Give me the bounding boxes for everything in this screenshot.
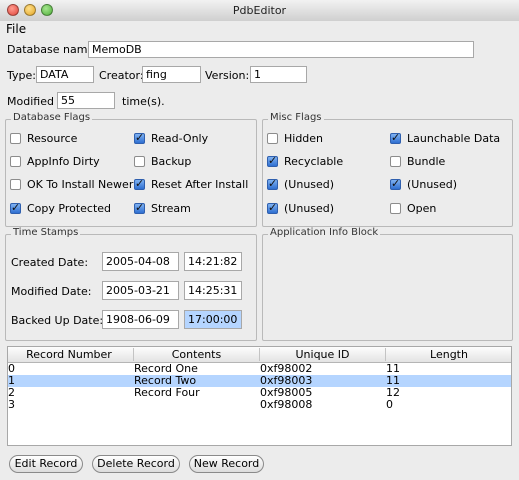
column-header-record-number[interactable]: Record Number (8, 348, 130, 361)
checkbox-box[interactable] (134, 155, 145, 167)
database-name-field[interactable]: MemoDB (88, 41, 474, 58)
misc-flag-checkbox-4[interactable]: (Unused) (267, 177, 335, 191)
column-header-unique-id[interactable]: Unique ID (259, 348, 385, 361)
title-bar[interactable]: PdbEditor (0, 0, 519, 22)
delete-record-button[interactable]: Delete Record (92, 455, 180, 473)
checkbox-label: Resource (27, 132, 78, 145)
creator-label: Creator: (99, 69, 144, 82)
checkbox-label: Read-Only (151, 132, 209, 145)
modified-date-label: Modified Date: (11, 285, 92, 298)
table-row[interactable]: 3 0xf98008 0 (8, 398, 511, 411)
misc-flag-checkbox-0[interactable]: Hidden (267, 132, 323, 145)
checkbox-box[interactable] (267, 132, 278, 144)
checkbox-label: (Unused) (407, 178, 458, 191)
created-time-field[interactable]: 14:21:82 (184, 252, 242, 271)
database-flag-checkbox-2[interactable]: AppInfo Dirty (10, 155, 100, 168)
menu-file[interactable]: File (6, 22, 26, 36)
version-label: Version: (205, 69, 250, 82)
database-flag-checkbox-1[interactable]: Read-Only (134, 131, 209, 145)
misc-flag-checkbox-6[interactable]: (Unused) (267, 201, 335, 215)
misc-flag-checkbox-1[interactable]: Launchable Data (390, 131, 501, 145)
records-table-header: Record Number Contents Unique ID Length (8, 347, 511, 363)
edit-record-button[interactable]: Edit Record (9, 455, 83, 473)
database-flag-checkbox-5[interactable]: Reset After Install (134, 177, 249, 191)
new-record-button[interactable]: New Record (189, 455, 264, 473)
checkbox-box[interactable] (134, 201, 145, 214)
database-flag-checkbox-4[interactable]: OK To Install Newer (10, 178, 133, 191)
time-stamps-title: Time Stamps (11, 227, 81, 238)
database-flag-checkbox-6[interactable]: Copy Protected (10, 201, 112, 215)
type-field[interactable]: DATA (36, 66, 94, 83)
version-field[interactable]: 1 (250, 66, 307, 83)
checkbox-label: Backup (151, 155, 192, 168)
records-table[interactable]: Record Number Contents Unique ID Length … (7, 346, 512, 446)
database-flag-checkbox-3[interactable]: Backup (134, 155, 191, 168)
checkbox-box[interactable] (390, 202, 401, 214)
checkbox-label: OK To Install Newer (27, 178, 134, 191)
checkbox-box[interactable] (267, 154, 278, 167)
modified-count-field[interactable]: 55 (57, 92, 115, 109)
checkbox-label: AppInfo Dirty (27, 155, 100, 168)
checkbox-label: Bundle (407, 155, 446, 168)
database-flags-title: Database Flags (11, 112, 93, 123)
checkbox-box[interactable] (134, 177, 145, 190)
created-date-field[interactable]: 2005-04-08 (102, 252, 179, 271)
table-cell: 0 (386, 398, 393, 411)
table-cell: 0xf98008 (260, 398, 313, 411)
checkbox-box[interactable] (10, 201, 21, 214)
creator-field[interactable]: fing (142, 66, 201, 83)
type-label: Type: (7, 69, 36, 82)
modified-time-field[interactable]: 14:25:31 (184, 281, 242, 300)
misc-flag-checkbox-5[interactable]: (Unused) (390, 177, 458, 191)
checkbox-box[interactable] (390, 177, 401, 190)
checkbox-label: Copy Protected (27, 202, 112, 215)
checkbox-label: Launchable Data (407, 132, 501, 145)
application-info-block-title: Application Info Block (268, 227, 381, 238)
checkbox-box[interactable] (267, 201, 278, 214)
misc-flag-checkbox-7[interactable]: Open (390, 202, 436, 215)
column-header-length[interactable]: Length (385, 348, 511, 361)
misc-flag-checkbox-3[interactable]: Bundle (390, 155, 445, 168)
checkbox-label: (Unused) (284, 202, 335, 215)
misc-flag-checkbox-2[interactable]: Recyclable (267, 154, 344, 168)
checkbox-label: Reset After Install (151, 178, 249, 191)
checkbox-label: Open (407, 202, 437, 215)
created-date-label: Created Date: (11, 256, 89, 269)
checkbox-box[interactable] (134, 131, 145, 144)
backed-up-date-field[interactable]: 1908-06-09 (102, 310, 179, 329)
checkbox-box[interactable] (390, 155, 401, 167)
misc-flags-title: Misc Flags (268, 112, 324, 123)
checkbox-box[interactable] (10, 178, 21, 190)
checkbox-box[interactable] (267, 177, 278, 190)
pdbeditor-window: PdbEditor File Database name: MemoDB Typ… (0, 0, 519, 480)
checkbox-box[interactable] (390, 131, 401, 144)
backed-up-time-field[interactable]: 17:00:00 (184, 310, 242, 329)
modified-suffix-label: time(s). (122, 95, 165, 108)
database-name-label: Database name: (7, 43, 98, 56)
checkbox-box[interactable] (10, 132, 21, 144)
checkbox-label: Hidden (284, 132, 324, 145)
checkbox-label: Recyclable (284, 155, 344, 168)
database-flag-checkbox-0[interactable]: Resource (10, 132, 77, 145)
modified-label: Modified (7, 95, 54, 108)
backed-up-date-label: Backed Up Date: (11, 314, 104, 327)
column-header-contents[interactable]: Contents (133, 348, 259, 361)
checkbox-label: (Unused) (284, 178, 335, 191)
table-cell: Record Four (134, 386, 200, 399)
window-title: PdbEditor (232, 4, 287, 17)
checkbox-box[interactable] (10, 155, 21, 167)
modified-date-field[interactable]: 2005-03-21 (102, 281, 179, 300)
database-flag-checkbox-7[interactable]: Stream (134, 201, 191, 215)
menu-bar: File (0, 21, 519, 38)
checkbox-label: Stream (151, 202, 191, 215)
application-info-block-group[interactable]: Application Info Block (262, 227, 513, 341)
table-cell: 3 (8, 398, 15, 411)
